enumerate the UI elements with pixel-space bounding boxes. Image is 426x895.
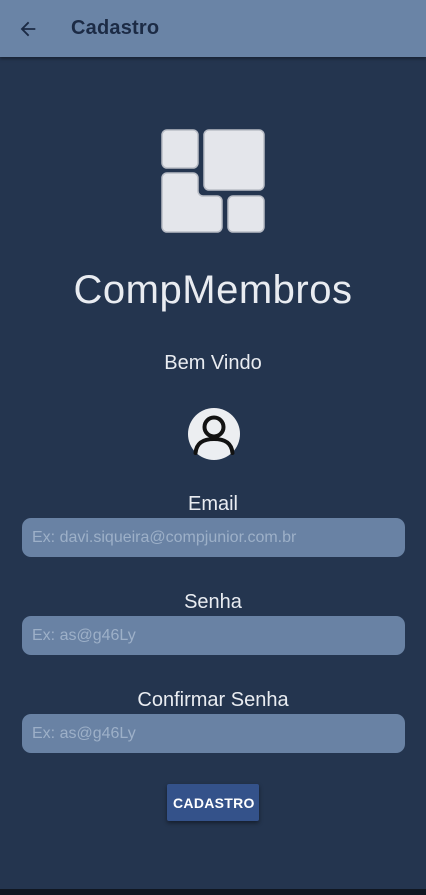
user-avatar-icon <box>188 408 240 460</box>
back-button[interactable] <box>14 15 42 43</box>
page-title: Cadastro <box>71 17 160 39</box>
register-screen: Cadastro CompMembros Bem Vindo Email Sen… <box>0 0 426 895</box>
bottom-edge <box>0 889 426 895</box>
arrow-left-icon <box>20 21 36 36</box>
confirm-password-label: Confirmar Senha <box>137 689 289 711</box>
email-label: Email <box>187 493 238 515</box>
app-bar: Cadastro <box>0 0 426 57</box>
email-field[interactable] <box>22 518 405 557</box>
register-button[interactable]: CADASTRO <box>167 784 259 821</box>
password-field[interactable] <box>22 616 405 655</box>
welcome-text: Bem Vindo <box>164 352 262 374</box>
confirm-password-field[interactable] <box>22 714 405 753</box>
tiles-logo-icon <box>161 129 265 233</box>
password-label: Senha <box>184 591 242 613</box>
app-name: CompMembros <box>73 268 353 312</box>
